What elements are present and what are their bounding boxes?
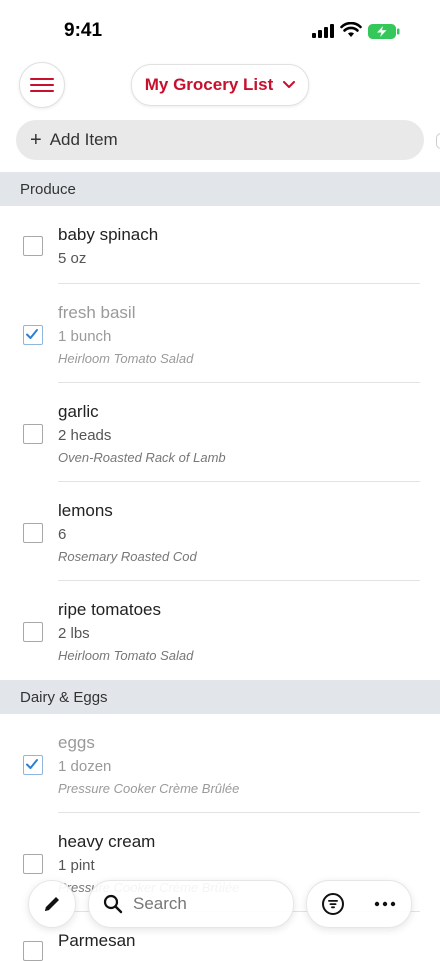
item-name: ripe tomatoes bbox=[58, 600, 161, 619]
more-button[interactable] bbox=[373, 892, 397, 916]
item-name: baby spinach bbox=[58, 225, 159, 244]
list-item: garlic 2 heads Oven-Roasted Rack of Lamb bbox=[0, 383, 440, 481]
item-quantity: 1 dozen bbox=[58, 758, 112, 775]
item-checkbox[interactable] bbox=[23, 325, 43, 345]
toolbar-group bbox=[306, 880, 412, 928]
item-quantity: 1 bunch bbox=[58, 328, 112, 345]
item-checkbox[interactable] bbox=[23, 523, 43, 543]
item-name: heavy cream bbox=[58, 832, 156, 851]
plus-icon: + bbox=[30, 129, 42, 151]
status-bar: 9:41 bbox=[0, 0, 440, 60]
list-item: ripe tomatoes 2 lbs Heirloom Tomato Sala… bbox=[0, 581, 440, 679]
item-name: lemons bbox=[58, 501, 113, 520]
item-checkbox[interactable] bbox=[23, 622, 43, 642]
filter-icon bbox=[322, 893, 344, 915]
list-item: fresh basil 1 bunch Heirloom Tomato Sala… bbox=[0, 284, 440, 382]
filter-button[interactable] bbox=[321, 892, 345, 916]
item-quantity: 6 bbox=[58, 526, 67, 543]
item-quantity: 5 oz bbox=[58, 250, 87, 267]
search-placeholder: Search bbox=[133, 894, 187, 913]
checkmark-icon bbox=[26, 759, 38, 769]
item-checkbox[interactable] bbox=[23, 854, 43, 874]
edit-button[interactable] bbox=[28, 880, 76, 928]
item-quantity: 2 heads bbox=[58, 427, 112, 444]
add-item-label: Add Item bbox=[49, 130, 118, 149]
search-icon bbox=[103, 894, 123, 914]
chevron-down-icon bbox=[283, 81, 296, 88]
item-recipe[interactable]: Oven-Roasted Rack of Lamb bbox=[58, 450, 226, 465]
item-quantity: 2 lbs bbox=[58, 625, 90, 642]
offscreen-control-edge bbox=[436, 133, 440, 149]
item-quantity: 1 pint bbox=[58, 857, 95, 874]
list-item: eggs 1 dozen Pressure Cooker Crème Brûlé… bbox=[0, 714, 440, 812]
item-name: eggs bbox=[58, 733, 95, 752]
list-selector-button[interactable]: My Grocery List bbox=[131, 64, 309, 106]
checkmark-icon bbox=[26, 329, 38, 339]
item-name: fresh basil bbox=[58, 303, 136, 322]
list-item: baby spinach 5 oz bbox=[0, 206, 440, 284]
wifi-icon bbox=[340, 22, 362, 37]
add-item-field[interactable]: + Add Item bbox=[16, 120, 424, 160]
list-item: lemons 6 Rosemary Roasted Cod bbox=[0, 482, 440, 580]
hamburger-icon bbox=[30, 78, 54, 92]
menu-button[interactable] bbox=[19, 62, 65, 108]
search-field[interactable]: Search bbox=[88, 880, 294, 928]
list-title: My Grocery List bbox=[144, 75, 274, 94]
item-name: garlic bbox=[58, 402, 99, 421]
cellular-signal-icon bbox=[312, 24, 334, 38]
item-recipe[interactable]: Heirloom Tomato Salad bbox=[58, 648, 193, 663]
section-title: Dairy & Eggs bbox=[20, 688, 108, 706]
section-header-dairy-eggs: Dairy & Eggs bbox=[0, 680, 440, 714]
item-checkbox[interactable] bbox=[23, 424, 43, 444]
battery-charging-icon bbox=[368, 24, 400, 39]
status-time: 9:41 bbox=[64, 20, 103, 41]
item-recipe[interactable]: Heirloom Tomato Salad bbox=[58, 351, 193, 366]
section-title: Produce bbox=[20, 180, 76, 198]
item-checkbox[interactable] bbox=[23, 941, 43, 961]
item-checkbox[interactable] bbox=[23, 236, 43, 256]
item-recipe[interactable]: Rosemary Roasted Cod bbox=[58, 549, 197, 564]
item-name: Parmesan bbox=[58, 931, 136, 950]
more-icon bbox=[374, 901, 396, 907]
item-recipe[interactable]: Pressure Cooker Crème Brûlée bbox=[58, 781, 239, 796]
section-header-produce: Produce bbox=[0, 172, 440, 206]
pencil-icon bbox=[45, 897, 59, 911]
item-checkbox[interactable] bbox=[23, 755, 43, 775]
